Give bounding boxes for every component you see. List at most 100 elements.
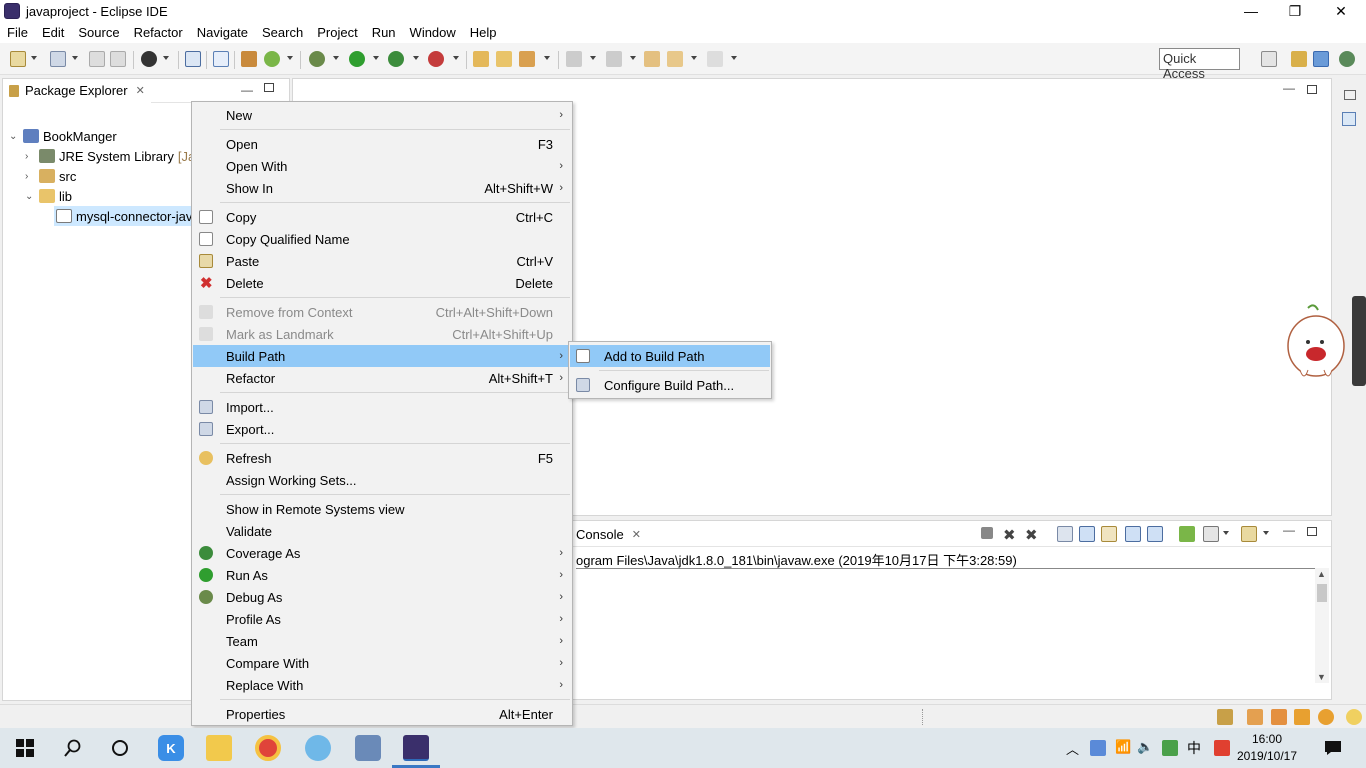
system-clock[interactable]: 16:00 2019/10/17: [1236, 731, 1298, 765]
collapse-icon[interactable]: ⌄: [9, 131, 21, 142]
menu-item-validate[interactable]: Validate: [193, 520, 571, 542]
new-icon[interactable]: [10, 51, 26, 67]
status-task-icon[interactable]: [1217, 709, 1233, 725]
last-edit-location-icon[interactable]: [644, 51, 660, 67]
open-type-icon[interactable]: [473, 51, 489, 67]
menu-edit[interactable]: Edit: [35, 25, 71, 40]
minimize-editor-icon[interactable]: —: [1283, 81, 1295, 95]
tree-item-lib[interactable]: ⌄ lib: [25, 186, 72, 206]
profile-dropdown-icon[interactable]: [163, 56, 169, 60]
show-on-output-icon[interactable]: [1125, 526, 1141, 542]
side-widget-bar[interactable]: [1352, 296, 1366, 386]
new-project-dropdown-icon[interactable]: [72, 56, 78, 60]
open-perspective-icon[interactable]: [1261, 51, 1277, 67]
save-icon[interactable]: [89, 51, 105, 67]
restore-view-icon[interactable]: [1344, 90, 1356, 100]
expand-icon[interactable]: ›: [25, 171, 37, 182]
skip-breakpoints-icon[interactable]: [213, 51, 229, 67]
coverage-icon[interactable]: [388, 51, 404, 67]
menu-item-copy[interactable]: Copy Ctrl+C: [193, 206, 571, 228]
debug-perspective-icon[interactable]: [1339, 51, 1355, 67]
menu-item-build-path[interactable]: Build Path ›: [193, 345, 571, 367]
word-wrap-icon[interactable]: [1101, 526, 1117, 542]
scroll-up-icon[interactable]: ▲: [1317, 569, 1326, 579]
menu-project[interactable]: Project: [310, 25, 364, 40]
refresh-run-dropdown-icon[interactable]: [287, 56, 293, 60]
menu-item-properties[interactable]: Properties Alt+Enter: [193, 703, 571, 725]
tree-item-project[interactable]: ⌄ BookManger: [9, 126, 117, 146]
eclipse-taskbar-icon[interactable]: [403, 735, 429, 761]
menu-item-configure-build-path[interactable]: Configure Build Path...: [570, 374, 770, 396]
search-button[interactable]: [60, 735, 86, 761]
menu-item-assign-working-sets[interactable]: Assign Working Sets...: [193, 469, 571, 491]
previous-annotation-dropdown-icon[interactable]: [630, 56, 636, 60]
chrome-icon[interactable]: [255, 735, 281, 761]
menu-item-coverage-as[interactable]: Coverage As ›: [193, 542, 571, 564]
debug-icon[interactable]: [309, 51, 325, 67]
external-tools-icon[interactable]: [428, 51, 444, 67]
task-view-button[interactable]: [107, 735, 133, 761]
coverage-dropdown-icon[interactable]: [413, 56, 419, 60]
menu-item-import[interactable]: Import...: [193, 396, 571, 418]
external-tools-dropdown-icon[interactable]: [453, 56, 459, 60]
menu-item-debug-as[interactable]: Debug As ›: [193, 586, 571, 608]
sogou-input-icon[interactable]: [1214, 740, 1230, 756]
java-perspective-icon[interactable]: [1313, 51, 1329, 67]
menu-item-delete[interactable]: ✖ Delete Delete: [193, 272, 571, 294]
remove-launch-icon[interactable]: ✖: [1003, 526, 1019, 544]
menu-navigate[interactable]: Navigate: [190, 25, 255, 40]
menu-run[interactable]: Run: [365, 25, 403, 40]
close-tab-icon[interactable]: ✕: [136, 84, 145, 97]
status-tip-icon[interactable]: [1346, 709, 1362, 725]
open-console-dropdown-icon[interactable]: [1263, 531, 1269, 535]
forward-icon[interactable]: [707, 51, 723, 67]
tab-package-explorer[interactable]: Package Explorer ✕: [3, 78, 151, 103]
tree-item-jre-library[interactable]: › JRE System Library [Ja: [25, 146, 195, 166]
debug-dropdown-icon[interactable]: [333, 56, 339, 60]
tree-item-src[interactable]: › src: [25, 166, 76, 186]
menu-help[interactable]: Help: [463, 25, 504, 40]
file-explorer-icon[interactable]: [206, 735, 232, 761]
mysql-dolphin-icon[interactable]: [355, 735, 381, 761]
minimize-button[interactable]: —: [1228, 0, 1274, 22]
menu-item-export[interactable]: Export...: [193, 418, 571, 440]
menu-item-replace-with[interactable]: Replace With ›: [193, 674, 571, 696]
menu-item-mark-as-landmark[interactable]: Mark as Landmark Ctrl+Alt+Shift+Up: [193, 323, 571, 345]
menu-refactor[interactable]: Refactor: [127, 25, 190, 40]
console-output[interactable]: [576, 568, 1317, 683]
display-console-icon[interactable]: [1203, 526, 1219, 542]
menu-item-show-in[interactable]: Show In Alt+Shift+W ›: [193, 177, 571, 199]
menu-item-copy-qualified-name[interactable]: Copy Qualified Name: [193, 228, 571, 250]
input-method-indicator[interactable]: 中: [1187, 738, 1201, 758]
forward-dropdown-icon[interactable]: [731, 56, 737, 60]
start-button[interactable]: [12, 735, 38, 761]
new-project-icon[interactable]: [50, 51, 66, 67]
status-graduate-icon[interactable]: [1271, 709, 1287, 725]
menu-item-open-with[interactable]: Open With ›: [193, 155, 571, 177]
open-console-icon[interactable]: [1241, 526, 1257, 542]
scroll-lock-icon[interactable]: [1079, 526, 1095, 542]
maximize-view-icon[interactable]: [264, 83, 274, 92]
menu-item-profile-as[interactable]: Profile As ›: [193, 608, 571, 630]
run-dropdown-icon[interactable]: [373, 56, 379, 60]
show-on-error-icon[interactable]: [1147, 526, 1163, 542]
display-console-dropdown-icon[interactable]: [1223, 531, 1229, 535]
quick-access-field[interactable]: Quick Access: [1159, 48, 1240, 81]
console-view-icon[interactable]: [185, 51, 201, 67]
clear-console-icon[interactable]: [1057, 526, 1073, 542]
menu-item-remove-from-context[interactable]: Remove from Context Ctrl+Alt+Shift+Down: [193, 301, 571, 323]
new-dropdown-icon[interactable]: [31, 56, 37, 60]
remove-all-launches-icon[interactable]: ✖: [1025, 526, 1041, 544]
tree-item-mysql-jar[interactable]: mysql-connector-jav: [54, 206, 197, 226]
menu-item-new[interactable]: New ›: [193, 104, 571, 126]
wifi-icon[interactable]: 📶: [1115, 739, 1131, 755]
show-hidden-icons-icon[interactable]: ︿: [1066, 739, 1079, 758]
qq-browser-icon[interactable]: [305, 735, 331, 761]
outline-view-icon[interactable]: [1342, 112, 1356, 126]
next-annotation-dropdown-icon[interactable]: [590, 56, 596, 60]
profile-icon[interactable]: [141, 51, 157, 67]
maximize-view-icon[interactable]: [1307, 527, 1317, 536]
menu-file[interactable]: File: [0, 25, 35, 40]
scroll-down-icon[interactable]: ▼: [1317, 672, 1326, 682]
save-all-icon[interactable]: [110, 51, 126, 67]
